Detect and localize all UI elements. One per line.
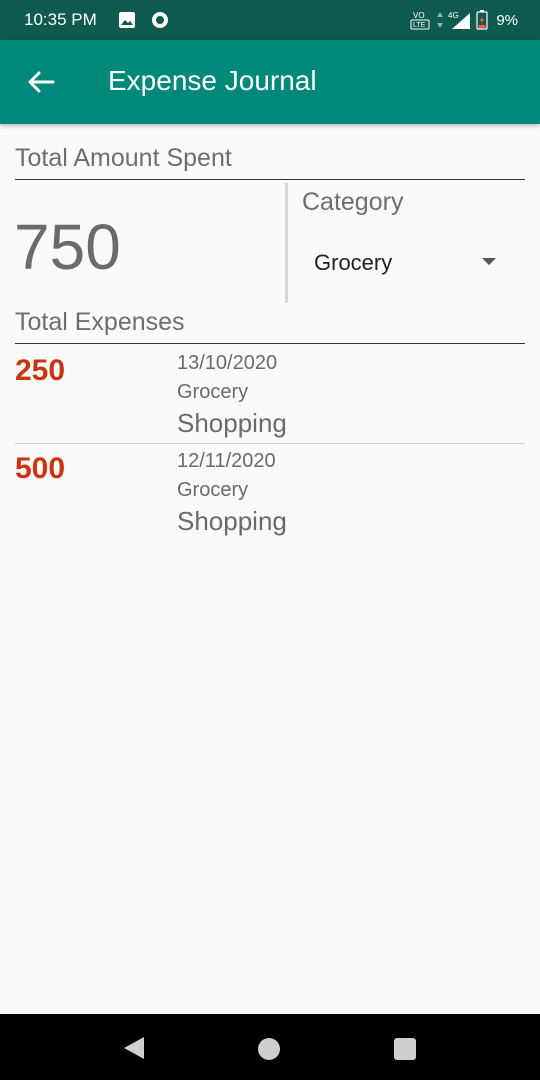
svg-text:LTE: LTE: [413, 22, 426, 29]
volte-icon: VO LTE: [410, 11, 430, 30]
expense-category: Grocery: [177, 479, 249, 501]
expense-description: Shopping: [177, 408, 287, 438]
total-amount-label: Total Amount Spent: [15, 144, 232, 172]
status-time: 10:35 PM: [24, 10, 97, 29]
expense-date: 12/11/2020: [177, 450, 276, 472]
nav-back-icon[interactable]: [122, 1036, 146, 1060]
category-dropdown[interactable]: Grocery: [302, 242, 512, 286]
expense-description: Shopping: [177, 506, 287, 536]
vertical-divider: [285, 183, 288, 303]
expense-category: Grocery: [177, 381, 249, 403]
battery-icon: [476, 10, 488, 30]
svg-text:4G: 4G: [448, 11, 459, 20]
svg-text:VO: VO: [413, 11, 425, 20]
nav-home-icon[interactable]: [258, 1038, 280, 1060]
total-amount-value: 750: [14, 211, 121, 283]
nav-recents-icon[interactable]: [394, 1038, 416, 1060]
battery-percent: 9%: [496, 11, 518, 29]
category-label: Category: [302, 188, 404, 216]
image-icon: [119, 12, 135, 28]
expense-amount: 500: [15, 452, 66, 485]
status-bar: 10:35 PM VO LTE 4G 9%: [0, 0, 540, 40]
list-item[interactable]: 500 12/11/2020 Grocery Shopping: [15, 442, 525, 540]
system-nav-bar: [0, 1014, 540, 1080]
expense-amount: 250: [15, 354, 66, 387]
brightness-icon: [152, 12, 168, 28]
chevron-down-icon: [482, 258, 496, 265]
page-title: Expense Journal: [108, 65, 317, 96]
category-selected-value: Grocery: [314, 250, 393, 275]
divider: [15, 179, 525, 180]
expense-date: 13/10/2020: [177, 352, 278, 374]
signal-icon: 4G: [448, 11, 471, 29]
total-expenses-label: Total Expenses: [15, 308, 185, 336]
status-indicators: VO LTE 4G 9%: [410, 8, 518, 32]
app-bar: Expense Journal: [0, 40, 540, 124]
list-item[interactable]: 250 13/10/2020 Grocery Shopping: [15, 344, 525, 442]
data-arrows-icon: [437, 12, 444, 28]
back-arrow-icon[interactable]: [26, 68, 56, 96]
